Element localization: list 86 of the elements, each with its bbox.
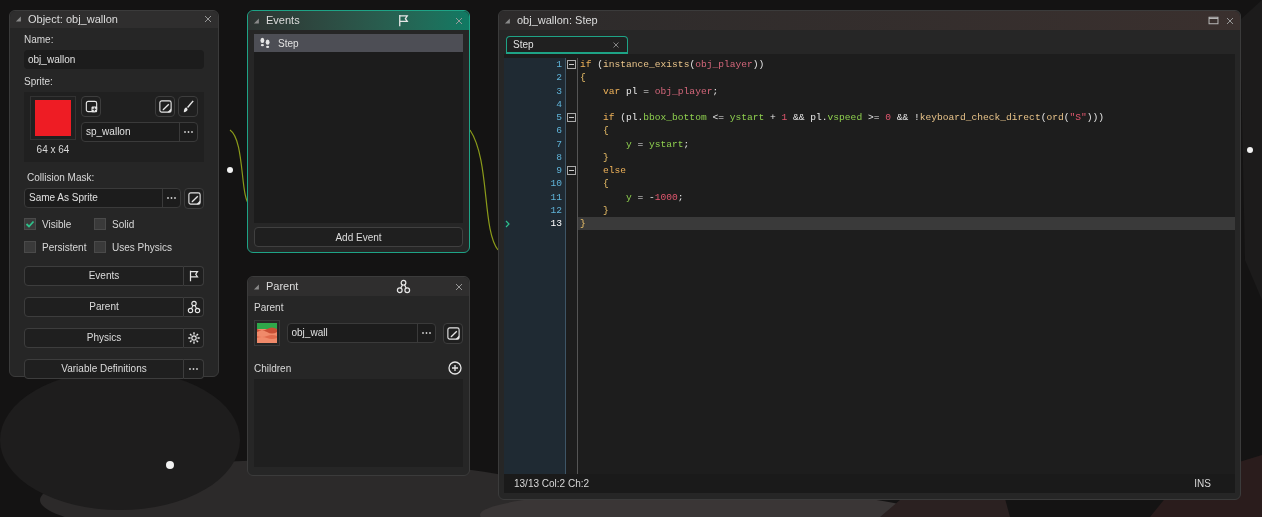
checkbox-label: Visible [42, 217, 72, 232]
more-icon[interactable] [167, 196, 176, 199]
caret-icon [505, 219, 511, 228]
collision-mask-field[interactable]: Same As Sprite [24, 187, 181, 208]
new-sprite-button[interactable] [81, 95, 101, 117]
checkbox[interactable] [94, 218, 106, 230]
panel-button[interactable]: Parent [24, 296, 184, 317]
line-number: 2 [556, 71, 562, 85]
field-label: Sprite: [24, 74, 54, 89]
code-line: y = -1000; [625, 190, 685, 204]
field-label: Parent [254, 301, 285, 315]
collapse-icon[interactable] [14, 14, 24, 25]
fold-toggle[interactable] [567, 113, 576, 123]
event-item[interactable]: Step [254, 34, 463, 52]
code-line: { [602, 177, 610, 191]
icon-button[interactable] [184, 358, 204, 379]
line-number: 3 [556, 84, 562, 98]
sprite-thumbnail [35, 99, 71, 136]
line-number: 9 [556, 164, 562, 178]
code-line: var pl = obj_player; [602, 84, 720, 98]
footprints-icon [258, 36, 272, 50]
checkbox[interactable] [24, 218, 36, 230]
flag-icon [396, 13, 411, 28]
code-line: else [602, 164, 628, 178]
hierarchy-icon [396, 279, 411, 294]
fold-toggle[interactable] [567, 166, 576, 176]
line-number: 8 [556, 150, 562, 164]
paint-button[interactable] [178, 95, 198, 117]
panel-button[interactable]: Variable Definitions [24, 358, 184, 379]
code-line: if (pl.bbox_bottom <= ystart + 1 && pl.vspeed >= 0 && !keyboard_check_direct(ord("S"))) [602, 111, 1105, 125]
edit-button[interactable] [443, 322, 463, 344]
window-title: obj_wallon: Step [517, 13, 599, 29]
edit-button[interactable] [155, 95, 175, 117]
window-title: Parent [266, 279, 300, 295]
line-number: 5 [556, 111, 562, 125]
line-number: 4 [556, 97, 562, 111]
line-number: 1 [556, 58, 562, 72]
line-number: 11 [550, 190, 562, 204]
code-line: } [602, 203, 610, 217]
newsprite-icon [83, 98, 99, 114]
edit-icon [186, 190, 202, 206]
add-icon[interactable] [447, 360, 463, 376]
more-icon [189, 367, 198, 370]
parent-field[interactable]: obj_wall [286, 323, 437, 343]
line-number: 7 [556, 137, 562, 151]
line-number: 6 [556, 124, 562, 138]
window-title: Object: obj_wallon [28, 12, 119, 27]
close-icon[interactable] [611, 39, 621, 50]
line-number: 12 [550, 203, 562, 217]
code-line: { [579, 71, 587, 85]
hierarchy-icon [186, 299, 201, 314]
code-line: } [602, 150, 610, 164]
panel-button[interactable]: Events [24, 265, 184, 286]
code-line: { [602, 124, 610, 138]
icon-button[interactable] [184, 265, 204, 286]
more-icon[interactable] [184, 130, 193, 133]
sprite-size: 64 x 64 [36, 142, 70, 157]
edit-button[interactable] [184, 187, 204, 209]
checkbox-label: Uses Physics [112, 240, 172, 255]
add-event-button[interactable]: Add Event [254, 227, 463, 247]
line-number: 10 [550, 177, 562, 191]
status-text: 13/13 Col:2 Ch:2 [514, 477, 590, 491]
checkbox[interactable] [24, 241, 36, 253]
object-thumbnail [256, 323, 277, 343]
maximize-icon[interactable] [1207, 14, 1220, 27]
field-label: Children [254, 361, 292, 376]
code-line: if (instance_exists(obj_player)) [579, 58, 766, 72]
line-number: 13 [550, 217, 562, 231]
icon-button[interactable] [184, 296, 204, 317]
edit-icon [445, 325, 461, 341]
panel-button[interactable]: Physics [24, 327, 184, 348]
sprite-field[interactable]: sp_wallon [81, 121, 198, 142]
insert-mode-indicator: INS [1194, 477, 1211, 491]
checkbox-label: Persistent [42, 240, 87, 255]
editor-tab[interactable]: Step [506, 36, 628, 54]
checkbox[interactable] [94, 241, 106, 253]
checkbox-label: Solid [112, 217, 135, 232]
fold-toggle[interactable] [567, 60, 576, 70]
icon-button[interactable] [184, 327, 204, 348]
name-field[interactable]: obj_wallon [24, 49, 204, 69]
code-line: y = ystart; [625, 137, 691, 151]
field-label: Collision Mask: [27, 170, 96, 185]
edit-icon [157, 98, 173, 114]
window-title: Events [266, 13, 301, 29]
gear-icon [186, 330, 201, 345]
field-label: Name: [24, 32, 55, 47]
